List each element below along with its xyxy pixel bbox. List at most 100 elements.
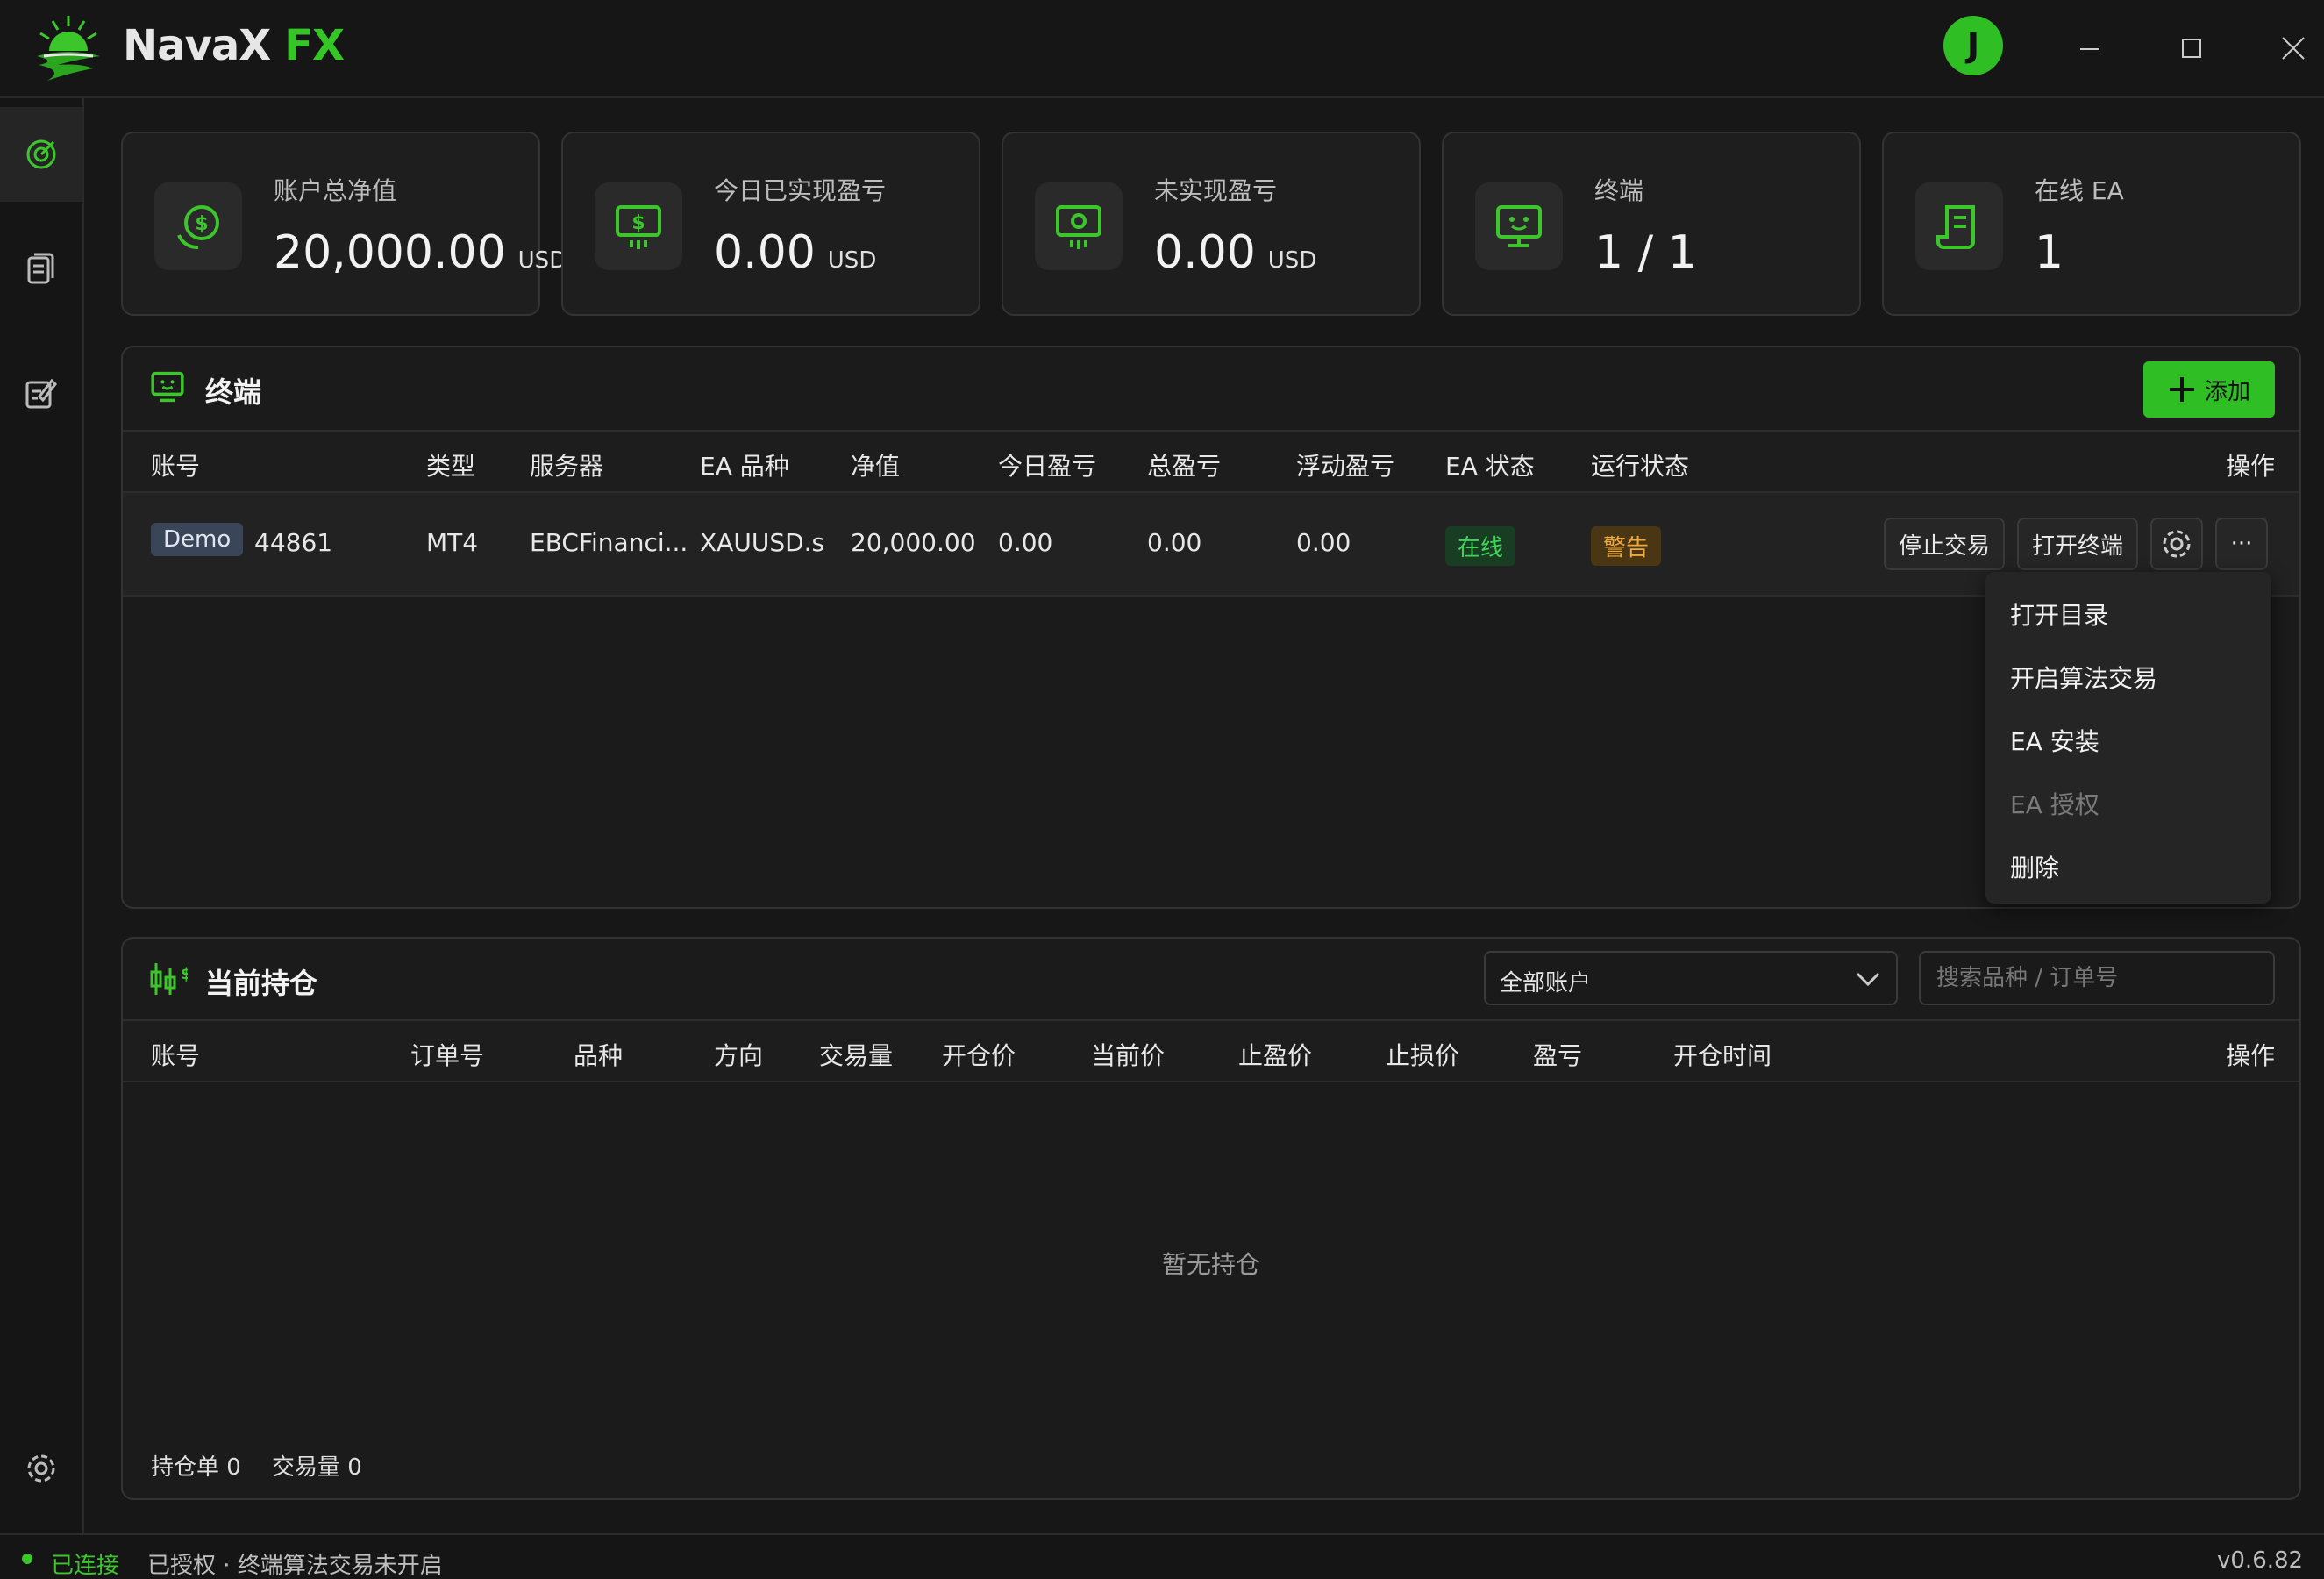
user-avatar[interactable]: J [1943, 16, 2003, 75]
stat-label: 终端 [1594, 176, 1644, 205]
stat-card-realized: $ 今日已实现盈亏 0.00 USD [561, 132, 980, 316]
nav-documents[interactable] [0, 221, 82, 316]
add-terminal-button[interactable]: 添加 [2143, 361, 2275, 418]
account-filter-select[interactable]: 全部账户 [1484, 951, 1898, 1005]
terminals-table-header: 账号 类型 服务器 EA 品种 净值 今日盈亏 总盈亏 浮动盈亏 EA 状态 运… [123, 430, 2299, 493]
maximize-button[interactable] [2170, 26, 2214, 70]
stat-number: 20,000.00 [274, 226, 506, 279]
menu-item-ea-install[interactable]: EA 安装 [2010, 723, 2099, 758]
edit-icon [25, 378, 57, 409]
nav-settings[interactable] [0, 1421, 82, 1516]
panel-title: 当前持仓 [205, 967, 318, 1000]
menu-item-delete[interactable]: 删除 [2010, 849, 2059, 884]
column-header: 方向 [714, 1041, 764, 1070]
column-header: 止盈价 [1238, 1041, 1313, 1070]
row-actions-menu: 打开目录 开启算法交易 EA 安装 EA 授权 删除 [1985, 572, 2271, 904]
column-header: 净值 [851, 452, 901, 481]
brand-suffix: FX [284, 21, 345, 70]
column-header: 当前价 [1091, 1041, 1166, 1070]
column-header: 操作 [2226, 452, 2276, 481]
chevron-down-icon [1856, 972, 1880, 987]
stat-unit: USD [1267, 247, 1317, 274]
account-number: 44861 [254, 528, 333, 557]
account-type-badge: Demo [151, 523, 244, 556]
sidebar [0, 98, 84, 1533]
run-status-badge: 警告 [1591, 526, 1662, 566]
ea-symbol: XAUUSD.s [700, 528, 825, 557]
stat-number: 0.00 [714, 226, 816, 279]
stat-label: 今日已实现盈亏 [714, 176, 887, 205]
column-header: 交易量 [819, 1041, 894, 1070]
ea-status-badge: 在线 [1445, 526, 1516, 566]
nav-dashboard[interactable] [0, 107, 82, 202]
minimize-button[interactable] [2068, 26, 2112, 70]
column-header: 浮动盈亏 [1296, 452, 1395, 481]
connected-dot-icon [22, 1554, 32, 1564]
stat-number: 1 [2035, 226, 2064, 279]
stat-unit: USD [517, 247, 567, 274]
terminal-settings-button[interactable] [2150, 518, 2203, 570]
column-header: 盈亏 [1533, 1041, 1583, 1070]
open-terminal-button[interactable]: 打开终端 [2017, 518, 2138, 570]
total-pl: 0.00 [1147, 528, 1202, 557]
close-icon [2282, 37, 2305, 60]
logo-icon [37, 16, 100, 81]
positions-count: 持仓单 0 [151, 1454, 241, 1481]
terminals-panel: 终端 添加 账号 类型 服务器 EA 品种 净值 今日盈亏 总盈亏 浮动盈亏 E… [121, 346, 2301, 909]
app-version: v0.6.82 [2217, 1547, 2304, 1574]
column-header: 开仓价 [942, 1041, 1016, 1070]
brand-name: NavaX [123, 21, 271, 70]
column-header: 止损价 [1386, 1041, 1460, 1070]
search-input[interactable]: 搜索品种 / 订单号 [1919, 951, 2275, 1005]
monitor-icon [1475, 182, 1563, 270]
menu-item-open-directory[interactable]: 打开目录 [2010, 597, 2108, 632]
dashboard-icon [26, 139, 56, 169]
positions-table-header: 账号 订单号 品种 方向 交易量 开仓价 当前价 止盈价 止损价 盈亏 开仓时间… [123, 1019, 2299, 1082]
close-button[interactable] [2271, 26, 2315, 70]
app-brand: NavaX FX [123, 21, 345, 70]
status-message: 已授权 · 终端算法交易未开启 [147, 1553, 443, 1579]
column-header: 开仓时间 [1673, 1041, 1772, 1070]
candlestick-icon: $ [150, 963, 188, 995]
stat-unit: USD [827, 247, 877, 274]
empty-state-text: 暂无持仓 [1161, 1250, 1260, 1279]
monitor-icon [151, 371, 184, 403]
svg-text:$: $ [195, 213, 208, 235]
stop-trading-button[interactable]: 停止交易 [1884, 518, 2005, 570]
stat-label: 未实现盈亏 [1154, 176, 1278, 205]
column-header: 账号 [151, 452, 201, 481]
float-pl: 0.00 [1296, 528, 1351, 557]
stat-card-unrealized: 未实现盈亏 0.00 USD [1002, 132, 1421, 316]
column-header: 订单号 [410, 1041, 485, 1070]
column-header: 总盈亏 [1147, 452, 1222, 481]
money-icon [1035, 182, 1123, 270]
svg-text:$: $ [181, 965, 188, 983]
stat-card-equity: $ 账户总净值 20,000.00 USD [121, 132, 567, 316]
positions-panel: $ 当前持仓 全部账户 搜索品种 / 订单号 账号 订单号 品种 方向 交易量 … [121, 937, 2301, 1500]
today-pl: 0.00 [998, 528, 1053, 557]
stat-card-terminals: 终端 1 / 1 [1442, 132, 1861, 316]
column-header: 类型 [426, 452, 476, 481]
more-actions-button[interactable]: ··· [2215, 518, 2268, 570]
settings-icon [27, 1454, 55, 1483]
volume-total: 交易量 0 [272, 1454, 362, 1481]
column-header: EA 状态 [1445, 452, 1535, 481]
documents-icon [27, 253, 54, 284]
svg-text:$: $ [631, 212, 645, 234]
connection-status: 已连接 [51, 1553, 120, 1579]
stat-number: 1 / 1 [1594, 226, 1697, 279]
stat-value: 20,000.00 USD [274, 226, 567, 279]
table-row[interactable]: Demo 44861 MT4 EBCFinanci... XAUUSD.s 20… [123, 493, 2299, 597]
dollar-icon: $ [154, 182, 242, 270]
stat-value: 1 / 1 [1594, 226, 1697, 279]
menu-item-ea-license[interactable]: EA 授权 [2010, 786, 2099, 821]
stat-value: 0.00 USD [1154, 226, 1316, 279]
menu-item-enable-algo-trading[interactable]: 开启算法交易 [2010, 660, 2157, 695]
stat-value: 0.00 USD [714, 226, 876, 279]
stat-label: 在线 EA [2035, 176, 2124, 205]
add-label: 添加 [2204, 378, 2250, 405]
title-bar: NavaX FX J [0, 0, 2324, 98]
column-header: 运行状态 [1591, 452, 1690, 481]
nav-edit[interactable] [0, 346, 82, 440]
minimize-icon [2080, 48, 2099, 50]
